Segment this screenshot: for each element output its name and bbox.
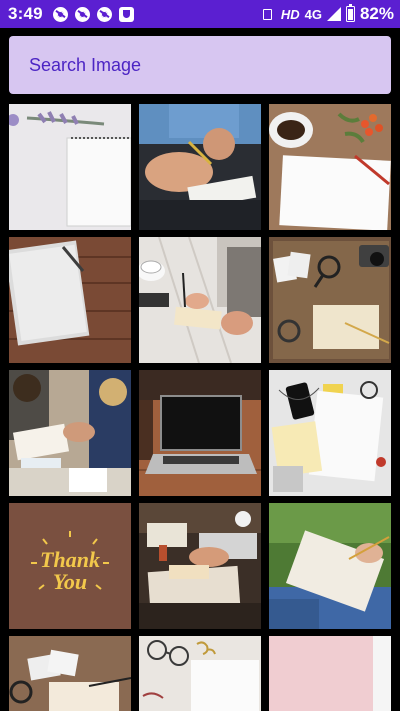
pink-paper-image bbox=[269, 636, 391, 711]
image-tile-notebook-lavender[interactable] bbox=[9, 104, 131, 230]
search-bar[interactable] bbox=[9, 36, 391, 94]
search-input[interactable] bbox=[27, 53, 391, 77]
thank-you-card-text-line2: You bbox=[53, 569, 87, 594]
coffee-notepad-image bbox=[269, 104, 391, 230]
hands-writing-image bbox=[139, 104, 261, 230]
map-camera-image bbox=[269, 237, 391, 363]
image-tile-woman-writing-coffee[interactable] bbox=[139, 237, 261, 363]
notebook-lavender-image bbox=[9, 104, 131, 230]
notebook-wood-image bbox=[9, 237, 131, 363]
image-tile-person-grass[interactable] bbox=[269, 503, 391, 629]
image-tile-desk-clutter[interactable] bbox=[139, 503, 261, 629]
image-tile-hands-writing-desk[interactable] bbox=[139, 104, 261, 230]
image-tile-glasses-paper-clips[interactable] bbox=[139, 636, 261, 711]
laptop-image bbox=[139, 370, 261, 496]
glasses-paper-clips-image bbox=[139, 636, 261, 711]
desk-clutter-image bbox=[139, 503, 261, 629]
image-tile-pink-paper[interactable] bbox=[269, 636, 391, 711]
thank-you-card-image: Thank You bbox=[9, 503, 131, 629]
photos-notebook-image bbox=[9, 636, 131, 711]
woman-writing-image bbox=[139, 237, 261, 363]
image-tile-flatlay-notes-phone[interactable] bbox=[269, 370, 391, 496]
image-tile-coffee-notepad-flowers[interactable] bbox=[269, 104, 391, 230]
image-tile-thank-you-card[interactable]: Thank You bbox=[9, 503, 131, 629]
image-tile-photos-notebook[interactable] bbox=[9, 636, 131, 711]
image-tile-notebook-wood[interactable] bbox=[9, 237, 131, 363]
image-tile-laptop-wood[interactable] bbox=[139, 370, 261, 496]
image-tile-map-camera-notebook[interactable] bbox=[269, 237, 391, 363]
person-grass-image bbox=[269, 503, 391, 629]
group-writing-image bbox=[9, 370, 131, 496]
image-grid: Thank You bbox=[0, 0, 400, 711]
image-tile-group-writing[interactable] bbox=[9, 370, 131, 496]
flatlay-notes-image bbox=[269, 370, 391, 496]
